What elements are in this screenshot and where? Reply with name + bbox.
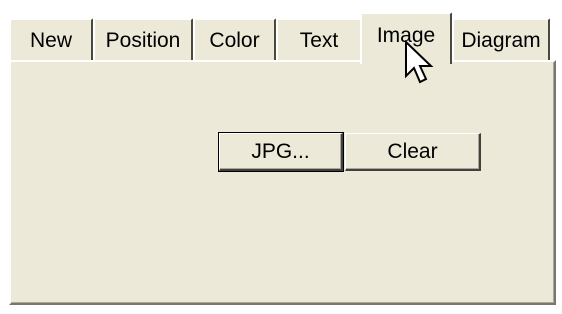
jpg-button-label: JPG...: [251, 139, 310, 163]
clear-button[interactable]: Clear: [345, 133, 481, 171]
arrow-pointer-icon: [405, 40, 434, 84]
tab-new[interactable]: New: [9, 18, 93, 60]
tab-diagram[interactable]: Diagram: [452, 18, 550, 60]
tab-control-window: New Position Color Text Image Diagram JP…: [0, 0, 562, 314]
jpg-button[interactable]: JPG...: [218, 132, 344, 172]
tab-text[interactable]: Text: [276, 18, 362, 60]
tab-diagram-label: Diagram: [461, 29, 541, 52]
tab-position-label: Position: [105, 29, 181, 52]
clear-button-label: Clear: [387, 139, 438, 163]
tab-new-label: New: [29, 29, 72, 52]
tab-position[interactable]: Position: [93, 18, 193, 60]
image-tab-panel: [9, 60, 556, 305]
tab-text-label: Text: [299, 29, 339, 52]
tab-color[interactable]: Color: [193, 18, 276, 60]
tab-color-label: Color: [209, 29, 260, 52]
